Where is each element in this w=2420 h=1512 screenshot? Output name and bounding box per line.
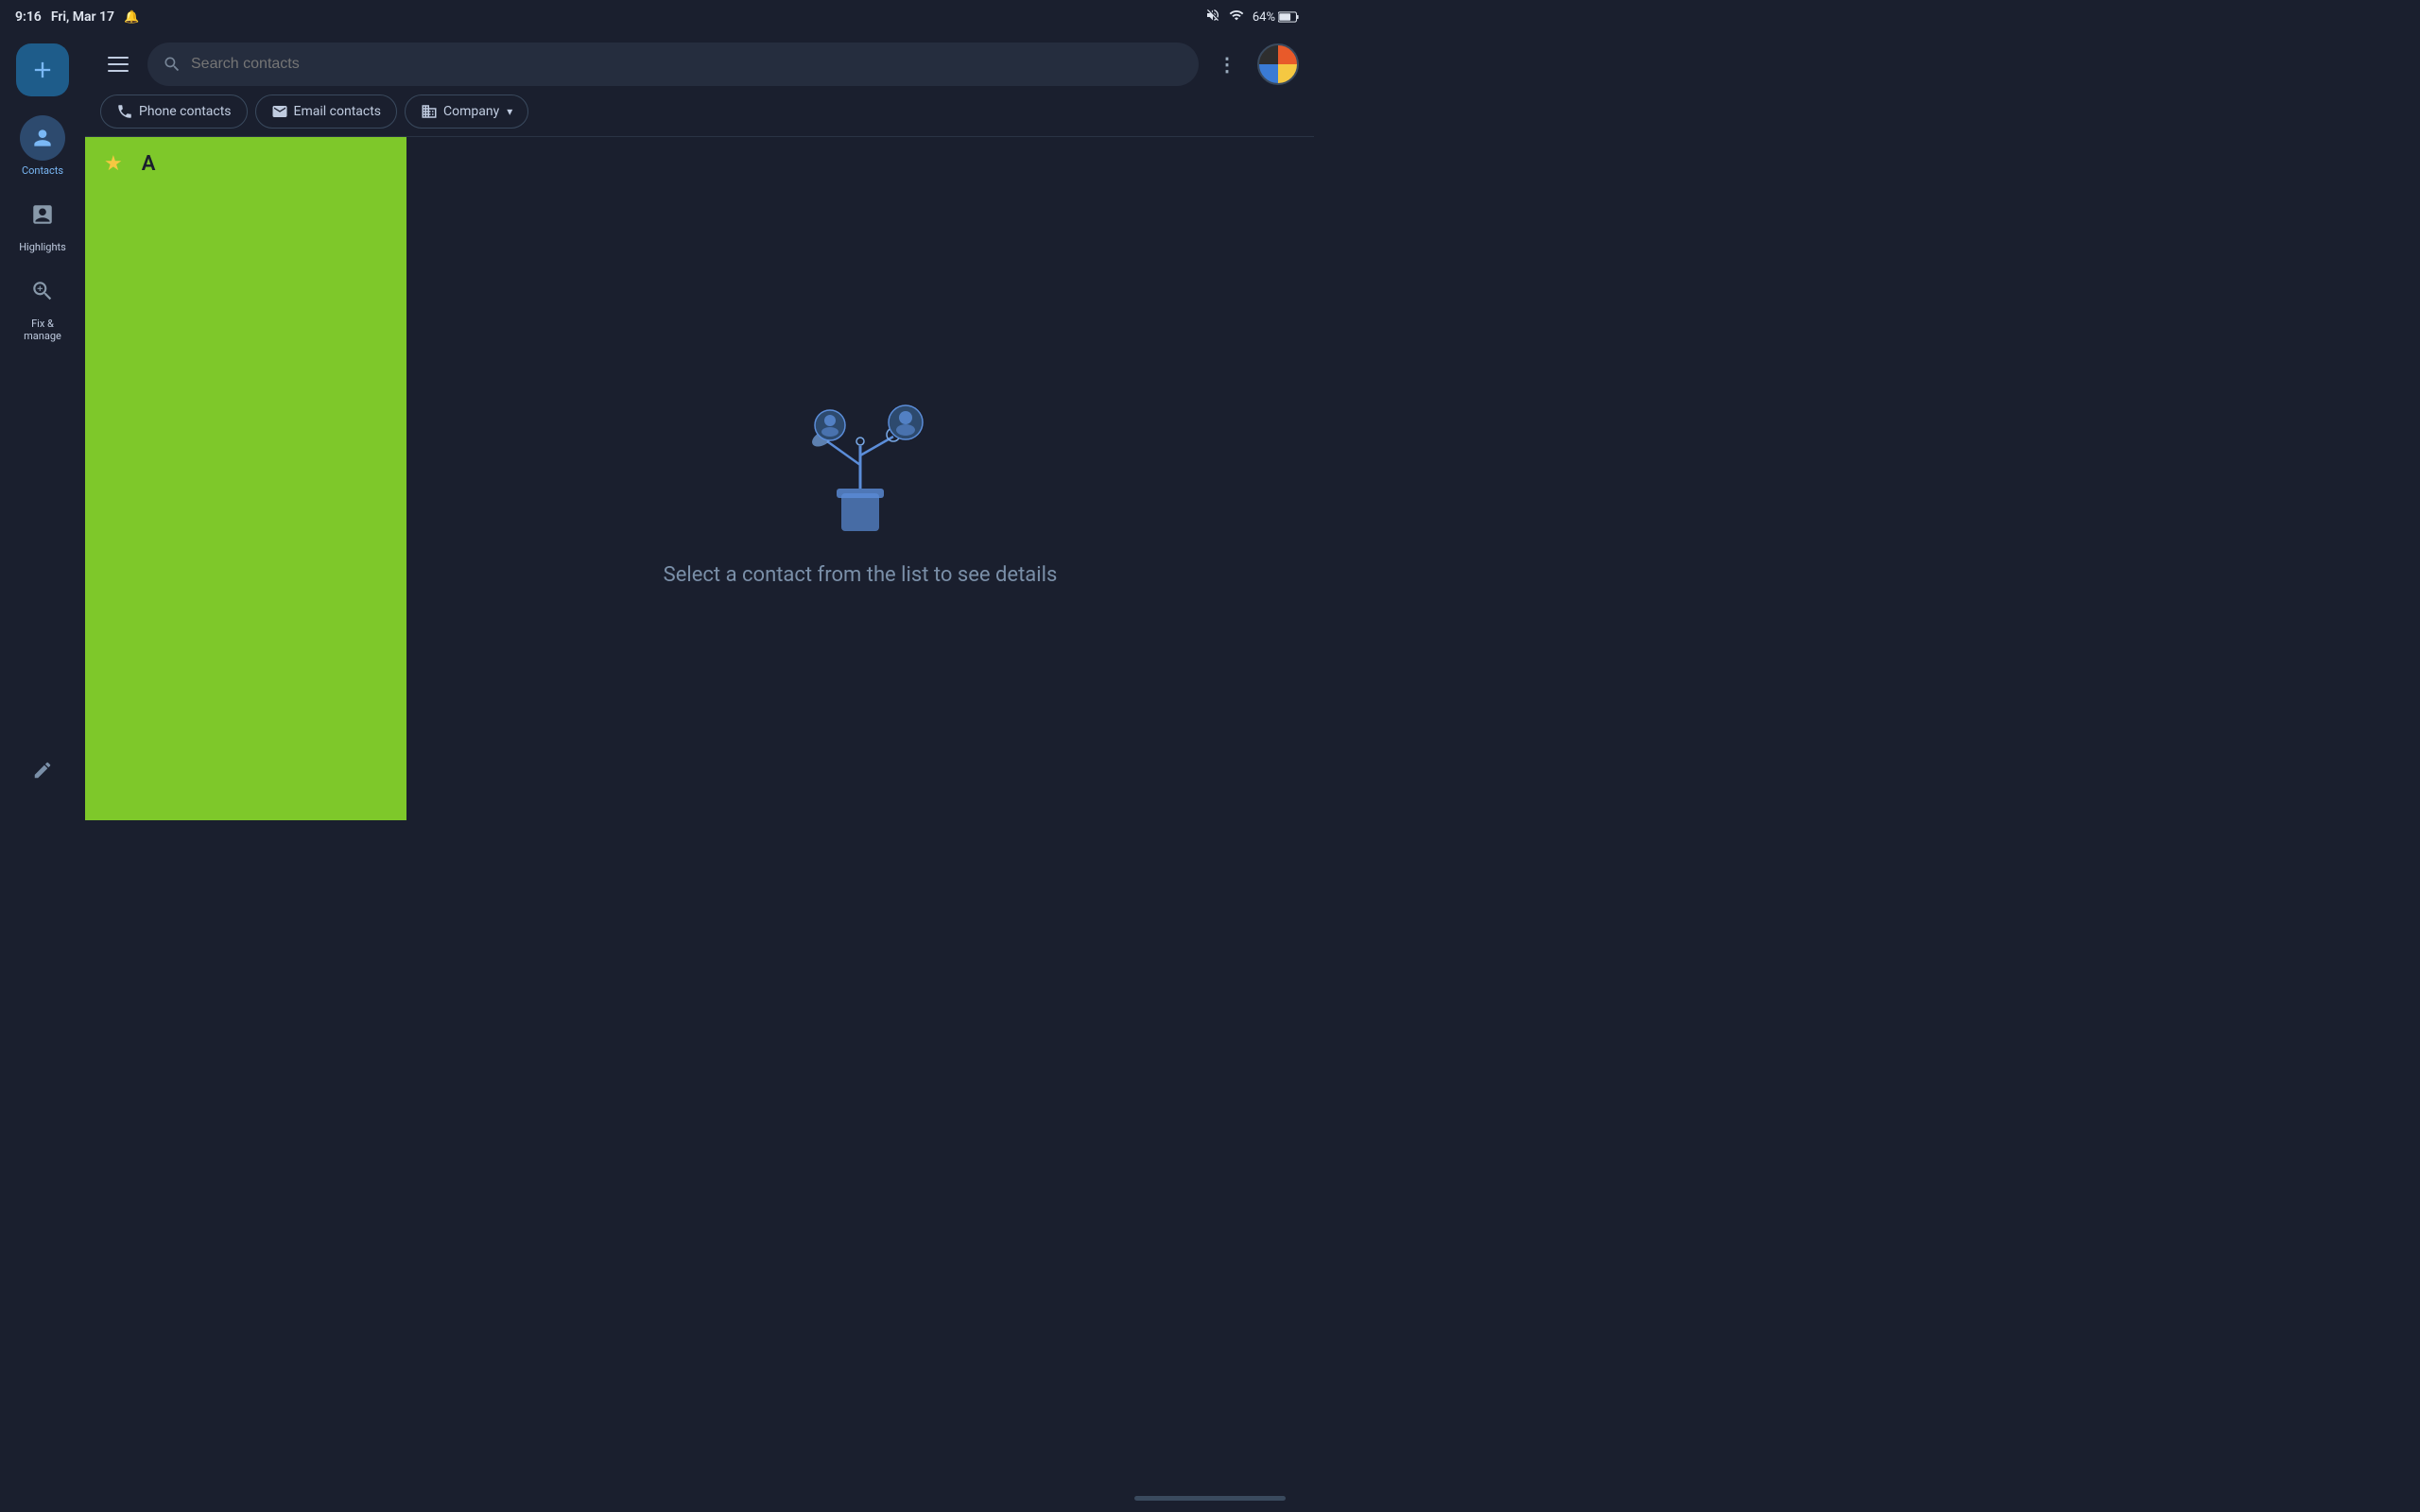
search-bar[interactable]: [147, 43, 1199, 86]
fix-icon-bg: [20, 268, 65, 314]
sidebar-bottom: [25, 752, 60, 792]
email-contacts-label: Email contacts: [294, 104, 382, 119]
edit-icon[interactable]: [25, 752, 60, 792]
phone-contacts-label: Phone contacts: [139, 104, 232, 119]
sidebar-item-highlights[interactable]: Highlights: [5, 186, 80, 259]
company-icon: [421, 103, 438, 120]
signal-icon: [1228, 8, 1245, 26]
contacts-illustration: [766, 370, 955, 541]
mute-icon: [1205, 8, 1220, 26]
status-left: 9:16 Fri, Mar 17 🔔: [15, 9, 139, 25]
battery: 64%: [1253, 10, 1299, 25]
alphabet-letter-a: A: [142, 152, 156, 176]
tab-email-contacts[interactable]: Email contacts: [255, 94, 398, 129]
sidebar-item-contacts[interactable]: Contacts: [5, 110, 80, 182]
more-options-button[interactable]: ⋮: [1210, 45, 1246, 83]
contacts-list-panel[interactable]: ★ A: [85, 137, 406, 820]
search-icon: [163, 55, 182, 74]
favorites-star-icon: ★: [104, 152, 123, 176]
detail-message: Select a contact from the list to see de…: [664, 563, 1058, 587]
sidebar-item-fix[interactable]: Fix & manage: [5, 263, 80, 348]
content-area: ★ A: [85, 137, 1314, 820]
top-area: ⋮ Phone contacts Email contacts Company …: [85, 34, 1314, 820]
company-label: Company: [443, 104, 499, 119]
time: 9:16: [15, 9, 42, 25]
avatar[interactable]: [1257, 43, 1299, 85]
phone-icon: [116, 103, 133, 120]
hamburger-menu[interactable]: [100, 49, 136, 79]
add-contact-button[interactable]: [16, 43, 69, 96]
scroll-indicator: [1134, 1496, 1286, 1501]
filter-tabs: Phone contacts Email contacts Company ▾: [85, 94, 1314, 137]
status-right: 64%: [1205, 8, 1299, 26]
email-icon: [271, 103, 288, 120]
sidebar-item-contacts-label: Contacts: [22, 164, 63, 177]
sidebar-item-highlights-label: Highlights: [19, 241, 66, 253]
app-container: Contacts Highlights Fix & manage: [0, 34, 1314, 820]
contacts-icon-bg: [20, 115, 65, 161]
detail-panel: Select a contact from the list to see de…: [406, 137, 1314, 820]
tab-phone-contacts[interactable]: Phone contacts: [100, 94, 248, 129]
notification-icon: 🔔: [124, 10, 139, 25]
company-chevron-icon: ▾: [507, 105, 512, 118]
date: Fri, Mar 17: [51, 9, 114, 25]
sidebar-item-fix-label: Fix & manage: [12, 318, 73, 342]
search-input[interactable]: [191, 56, 1184, 73]
tab-company[interactable]: Company ▾: [405, 94, 528, 129]
sidebar: Contacts Highlights Fix & manage: [0, 34, 85, 820]
status-bar: 9:16 Fri, Mar 17 🔔 64%: [0, 0, 1314, 34]
list-header: ★ A: [85, 137, 406, 183]
highlights-icon-bg: [20, 192, 65, 237]
header: ⋮: [85, 34, 1314, 94]
